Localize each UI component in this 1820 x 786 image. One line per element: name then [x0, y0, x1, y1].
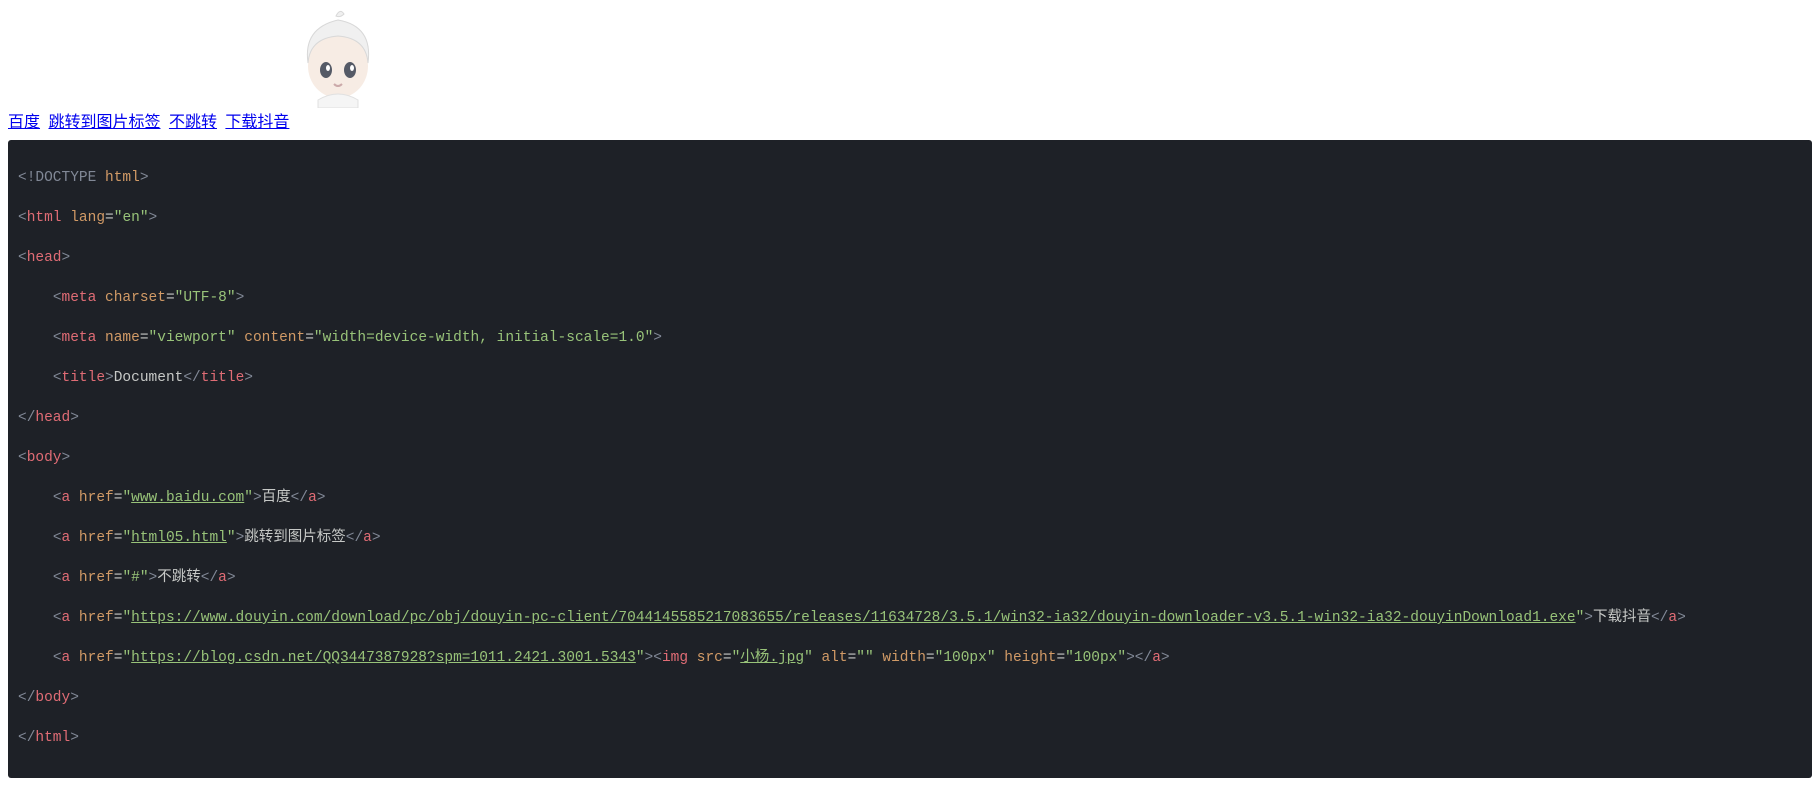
code-line: </body>	[18, 688, 1802, 708]
preview-link-baidu[interactable]: 百度	[8, 114, 40, 131]
code-line: <a href="https://www.douyin.com/download…	[18, 608, 1802, 628]
code-line: </head>	[18, 408, 1802, 428]
code-line: <a href="www.baidu.com">百度</a>	[18, 488, 1802, 508]
code-line: <a href="html05.html">跳转到图片标签</a>	[18, 528, 1802, 548]
code-line: <html lang="en">	[18, 208, 1802, 228]
code-line: <meta name="viewport" content="width=dev…	[18, 328, 1802, 348]
code-line: <body>	[18, 448, 1802, 468]
preview-link-download[interactable]: 下载抖音	[225, 114, 289, 131]
preview-link-imgtag[interactable]: 跳转到图片标签	[48, 114, 160, 131]
code-line: <!DOCTYPE html>	[18, 168, 1802, 188]
code-line: </html>	[18, 728, 1802, 748]
code-line: <a href="https://blog.csdn.net/QQ3447387…	[18, 648, 1802, 668]
code-line: <title>Document</title>	[18, 368, 1802, 388]
code-line: <a href="#">不跳转</a>	[18, 568, 1802, 588]
preview-image	[288, 8, 388, 108]
code-line: <head>	[18, 248, 1802, 268]
code-line: <meta charset="UTF-8">	[18, 288, 1802, 308]
preview-link-nojump[interactable]: 不跳转	[169, 114, 217, 131]
html-source-code-block: <!DOCTYPE html> <html lang="en"> <head> …	[8, 140, 1812, 778]
html-preview-area: 百度 跳转到图片标签 不跳转 下载抖音	[0, 0, 1820, 136]
